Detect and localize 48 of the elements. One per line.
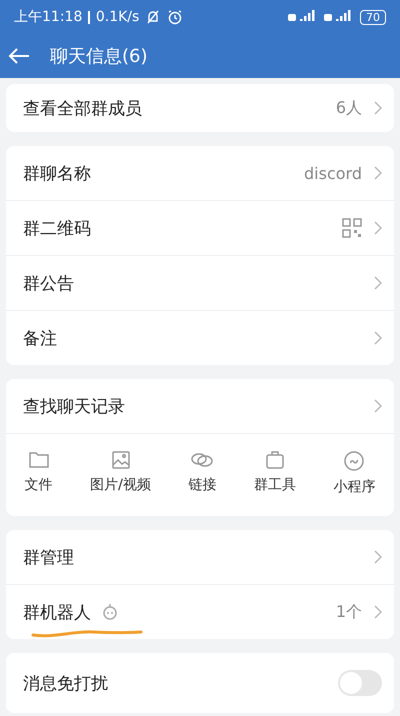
qr-code-icon: [342, 218, 362, 238]
settings-row[interactable]: 备注: [6, 310, 394, 365]
row-label: 群管理: [23, 546, 74, 568]
network-speed: 0.1K/s: [96, 9, 140, 25]
row-label: 备注: [23, 328, 57, 350]
battery-indicator: 70: [360, 10, 386, 24]
chevron-icon: [374, 166, 382, 180]
row-value: 6人: [336, 98, 362, 118]
chevron-icon: [374, 101, 382, 115]
image-icon: [110, 450, 131, 470]
row-label: 查找聊天记录: [23, 396, 125, 418]
back-arrow-icon[interactable]: [8, 47, 30, 65]
robot-icon: [101, 603, 119, 621]
chevron-icon: [374, 605, 382, 619]
settings-row[interactable]: 查找聊天记录: [6, 379, 394, 433]
toggle-switch[interactable]: [338, 670, 382, 696]
row-label: 群二维码: [23, 218, 91, 240]
settings-row[interactable]: 群聊名称 discord: [6, 146, 394, 200]
tool-button[interactable]: 小程序: [333, 450, 376, 496]
chevron-icon: [374, 221, 382, 235]
folder-icon: [28, 450, 50, 470]
chevron-icon: [374, 276, 382, 290]
tool-button[interactable]: 文件: [24, 450, 53, 496]
row-value: discord: [304, 164, 362, 182]
settings-row[interactable]: 查看全部群成员 6人: [6, 84, 394, 132]
settings-row[interactable]: 群管理: [6, 530, 394, 584]
mini-program-icon: [343, 450, 366, 472]
status-time: 上午11:18: [14, 8, 82, 26]
bag-icon: [264, 450, 285, 470]
row-label: 群公告: [23, 272, 74, 294]
tool-button[interactable]: 图片/视频: [90, 450, 151, 496]
settings-row[interactable]: 群公告: [6, 255, 394, 310]
bell-off-icon: [145, 9, 162, 25]
settings-row[interactable]: 群机器人 1个: [6, 584, 394, 639]
chevron-icon: [374, 331, 382, 345]
row-value: 1个: [336, 602, 362, 622]
row-label: 查看全部群成员: [23, 98, 142, 120]
chevron-icon: [374, 399, 382, 413]
page-title: 聊天信息(6): [50, 45, 148, 68]
alarm-icon: [167, 9, 184, 25]
chevron-icon: [374, 550, 382, 564]
tool-button[interactable]: 群工具: [254, 450, 296, 496]
row-label: 群聊名称: [23, 162, 91, 184]
tool-button[interactable]: 链接: [188, 450, 216, 496]
settings-row[interactable]: 消息免打扰: [6, 653, 394, 713]
settings-row[interactable]: 群二维码: [6, 200, 394, 255]
row-label: 消息免打扰: [23, 672, 108, 694]
row-label: 群机器人: [23, 602, 91, 624]
